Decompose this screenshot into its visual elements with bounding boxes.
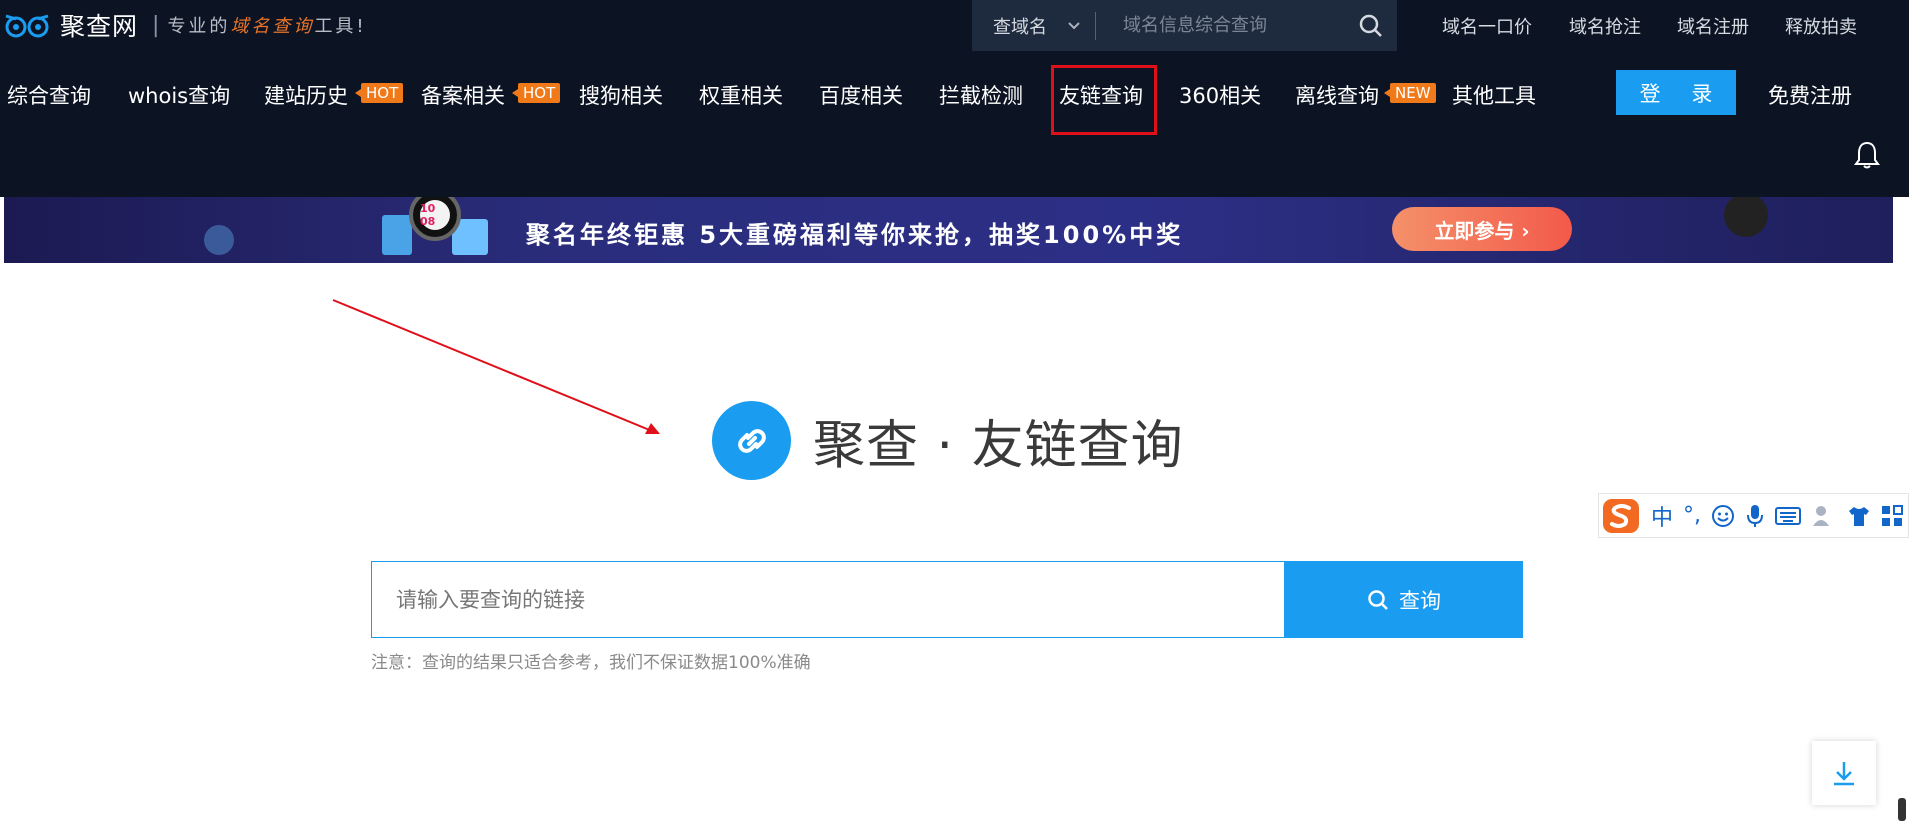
login-button[interactable]: 登 录 <box>1616 70 1736 115</box>
download-icon <box>1834 762 1854 786</box>
logo-text: 聚查网 <box>60 12 139 41</box>
search-icon[interactable] <box>1357 12 1385 40</box>
nav-item-site-history[interactable]: 建站历史 <box>264 80 348 110</box>
new-badge: NEW <box>1384 83 1436 103</box>
nav-item-baidu[interactable]: 百度相关 <box>819 80 903 110</box>
keyboard-icon[interactable] <box>1775 506 1802 526</box>
top-link-fixed-price[interactable]: 域名一口价 <box>1442 13 1532 39</box>
top-bar: 聚查网 | 专业的域名查询工具! 查域名 域名一口价 域名抢注 域名注册 释放拍… <box>0 0 1909 51</box>
download-button[interactable] <box>1812 741 1876 805</box>
link-query-form: 查询 <box>371 561 1523 638</box>
grid-menu-icon[interactable] <box>1881 504 1904 527</box>
top-link-backorder[interactable]: 域名抢注 <box>1569 13 1641 39</box>
bell-icon[interactable] <box>1853 140 1881 170</box>
ime-toolbar: 中 °, <box>1598 493 1909 538</box>
banner-join-button[interactable]: 立即参与 › <box>1392 207 1572 251</box>
chevron-down-icon <box>1068 21 1080 29</box>
banner-decoration <box>204 225 234 255</box>
query-button-label: 查询 <box>1399 588 1441 613</box>
hot-badge: HOT <box>511 83 561 103</box>
logo-slogan: 专业的域名查询工具! <box>167 16 367 37</box>
page-heading: 聚查 · 友链查询 <box>712 401 1184 480</box>
register-link[interactable]: 免费注册 <box>1768 80 1852 110</box>
ime-punctuation-toggle[interactable]: °, <box>1683 503 1701 528</box>
microphone-icon[interactable] <box>1745 504 1765 528</box>
search-icon <box>1368 589 1388 610</box>
skin-shirt-icon[interactable] <box>1847 505 1871 527</box>
top-link-register-domain[interactable]: 域名注册 <box>1677 13 1749 39</box>
disclaimer-note: 注意：查询的结果只适合参考，我们不保证数据100%准确 <box>371 653 811 673</box>
banner-decoration <box>1724 197 1768 237</box>
nav-item-offline[interactable]: 离线查询 <box>1295 80 1379 110</box>
link-icon <box>712 401 791 480</box>
main-nav: 综合查询 whois查询 建站历史 HOT 备案相关 HOT 搜狗相关 权重相关… <box>0 51 1909 197</box>
search-divider <box>1095 11 1096 40</box>
domain-search-input[interactable] <box>1121 14 1355 37</box>
nav-item-other-tools[interactable]: 其他工具 <box>1452 80 1536 110</box>
banner-decoration <box>382 215 412 255</box>
logo-divider: | <box>152 12 160 38</box>
nav-item-icp[interactable]: 备案相关 <box>421 80 505 110</box>
banner-text: 聚名年终钜惠 5大重磅福利等你来抢，抽奖100%中奖 <box>526 221 1184 249</box>
ime-chinese-toggle[interactable]: 中 <box>1651 500 1673 532</box>
top-link-auction[interactable]: 释放拍卖 <box>1785 13 1857 39</box>
nav-item-block-check[interactable]: 拦截检测 <box>939 80 1023 110</box>
annotation-highlight-box <box>1051 65 1157 135</box>
hot-badge: HOT <box>354 83 404 103</box>
domain-search-box: 查域名 <box>972 0 1397 51</box>
search-type-label: 查域名 <box>993 16 1047 38</box>
owl-logo-icon <box>5 14 49 38</box>
nav-item-comprehensive[interactable]: 综合查询 <box>7 80 91 110</box>
query-button[interactable]: 查询 <box>1285 561 1523 638</box>
link-query-input[interactable] <box>371 561 1285 638</box>
main-content: 聚查 · 友链查询 查询 注意：查询的结果只适合参考，我们不保证数据100%准确 <box>4 278 1893 821</box>
nav-item-weight[interactable]: 权重相关 <box>699 80 783 110</box>
scrollbar-thumb[interactable] <box>1898 798 1906 821</box>
page-title: 聚查 · 友链查询 <box>813 416 1184 476</box>
promo-banner[interactable]: 10 08 聚名年终钜惠 5大重磅福利等你来抢，抽奖100%中奖 立即参与 › <box>4 197 1893 263</box>
site-logo[interactable]: 聚查网 | 专业的域名查询工具! <box>2 8 367 42</box>
nav-item-whois[interactable]: whois查询 <box>128 80 230 110</box>
emoji-icon[interactable] <box>1711 504 1735 528</box>
nav-item-sogou[interactable]: 搜狗相关 <box>579 80 663 110</box>
nav-item-360[interactable]: 360相关 <box>1179 80 1261 110</box>
search-type-select[interactable]: 查域名 <box>993 13 1081 39</box>
user-assist-icon[interactable] <box>1811 504 1837 528</box>
sogou-logo-icon[interactable] <box>1601 496 1641 536</box>
